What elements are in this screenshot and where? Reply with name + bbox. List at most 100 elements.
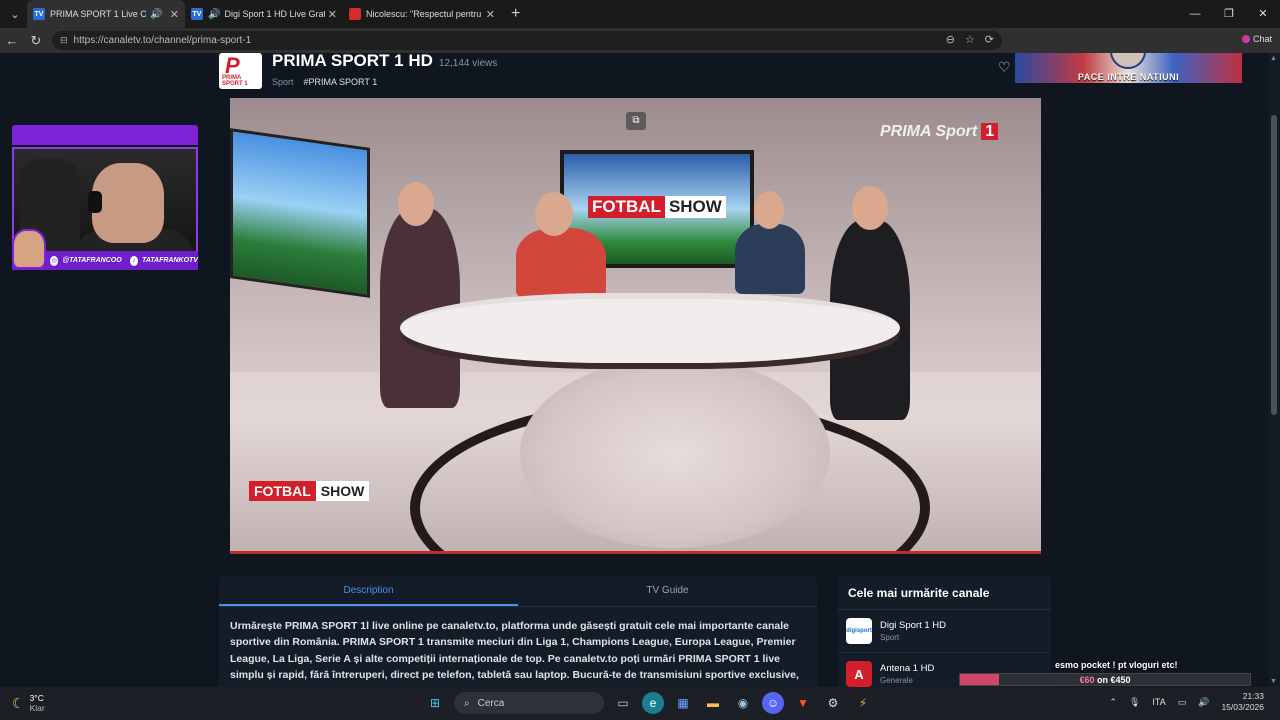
studio-desk-base <box>520 358 830 548</box>
channel-title: PRIMA SPORT 1 HD <box>272 53 433 70</box>
system-tray: ⌃ 🎙 ITA ▭ 🔊 21:33 15/03/2026 <box>1109 691 1264 713</box>
tab-favicon-icon: TV <box>191 8 203 20</box>
presenter-2-head <box>535 192 573 236</box>
channel-header: P PRIMA SPORT 1 PRIMA SPORT 1 HD 12,144 … <box>219 53 497 89</box>
back-icon[interactable]: ← <box>0 33 24 48</box>
clock[interactable]: 21:33 15/03/2026 <box>1221 691 1264 713</box>
video-progress-bar[interactable] <box>230 551 1041 554</box>
network-icon[interactable]: ▭ <box>1178 697 1187 708</box>
scroll-down-icon[interactable]: ▼ <box>1270 678 1277 685</box>
presenter-3-head <box>754 191 784 229</box>
show-brand: FOTBAL SHOW <box>588 196 726 218</box>
show-overlay-logo: FOTBAL SHOW <box>249 481 370 501</box>
instagram-icon: ◎ <box>50 255 59 266</box>
extensions-icon[interactable]: ⟳ <box>985 33 994 46</box>
corner-logo-text: PRIMA Sport <box>880 123 978 140</box>
search-icon: ⌕ <box>464 697 470 709</box>
web-page: P PRIMA SPORT 1 PRIMA SPORT 1 HD 12,144 … <box>0 53 1268 687</box>
ad-banner[interactable]: PACE INTRE NATIUNI <box>1015 53 1242 83</box>
chatgpt-icon[interactable]: ⚙ <box>822 692 844 714</box>
reader-icon[interactable]: ⊖ <box>946 33 955 46</box>
tab-title: Nicolescu: "Respectul pentru Dina <box>366 9 483 19</box>
speaker-icon[interactable]: 🔊 <box>208 9 220 20</box>
description-tabs: Description TV Guide <box>219 576 817 607</box>
scroll-up-icon[interactable]: ▲ <box>1270 55 1277 62</box>
site-info-icon[interactable]: ⊟ <box>60 35 68 46</box>
donation-target: on €450 <box>1097 675 1131 685</box>
bookmark-star-icon[interactable]: ☆ <box>965 33 975 46</box>
close-tab-icon[interactable]: ✕ <box>170 8 179 21</box>
tab-title: Digi Sport 1 HD Live Gratis - C <box>224 9 324 19</box>
page-scrollbar[interactable]: ▲ ▼ <box>1268 53 1280 687</box>
winamp-icon[interactable]: ⚡ <box>852 692 874 714</box>
studio-desk <box>400 293 900 363</box>
url-text: https://canaletv.to/channel/prima-sport-… <box>73 35 252 46</box>
temperature: 3°C <box>29 693 44 703</box>
scrollbar-thumb[interactable] <box>1271 115 1277 415</box>
tab-description[interactable]: Description <box>219 576 518 606</box>
corner-logo-number: 1 <box>981 123 999 140</box>
channel-name: Digi Sport 1 HD <box>880 620 946 631</box>
category-link[interactable]: Sport <box>272 77 294 87</box>
chat-button[interactable]: Chat <box>1241 34 1272 44</box>
donation-label: esmo pocket ! pt vloguri etc! <box>1055 660 1178 670</box>
tray-overflow-icon[interactable]: ⌃ <box>1109 697 1117 708</box>
tiktok-icon: ♪ <box>129 255 138 266</box>
webcam-frame-top <box>12 125 198 145</box>
video-player[interactable]: FOTBAL SHOW PRIMA Sport 1 ⧉ FOTBAL SHOW <box>230 98 1041 554</box>
tab-tv-guide[interactable]: TV Guide <box>518 576 817 606</box>
reload-icon[interactable]: ↻ <box>24 33 48 49</box>
close-tab-icon[interactable]: ✕ <box>486 8 495 21</box>
favorite-heart-icon[interactable]: ♡ <box>998 59 1011 76</box>
overlay-logo-a: FOTBAL <box>249 481 316 501</box>
microphone-icon[interactable]: 🎙 <box>1129 697 1140 708</box>
new-tab-icon[interactable]: + <box>511 5 520 23</box>
address-bar[interactable]: ⊟ https://canaletv.to/channel/prima-spor… <box>52 31 1002 50</box>
headphones-icon <box>88 191 102 213</box>
browser-tab-2[interactable]: TV 🔊 Digi Sport 1 HD Live Gratis - C ✕ <box>185 0 343 28</box>
moon-icon: ☾ <box>12 694 25 711</box>
video-progress-fill <box>230 551 1041 554</box>
file-explorer-icon[interactable]: ▬ <box>702 692 724 714</box>
steam-icon[interactable]: ◉ <box>732 692 754 714</box>
browser-tab-1[interactable]: TV PRIMA SPORT 1 Live Online g 🔊 ✕ <box>27 0 185 28</box>
speaker-icon[interactable]: 🔊 <box>150 9 162 20</box>
donation-bar: €60 on €450 <box>959 673 1251 686</box>
close-tab-icon[interactable]: ✕ <box>328 8 337 21</box>
brave-icon[interactable]: ▼ <box>792 692 814 714</box>
discord-icon[interactable]: ☺ <box>762 692 784 714</box>
picture-in-picture-icon[interactable]: ⧉ <box>626 112 646 130</box>
presenter-2 <box>516 228 606 298</box>
list-item[interactable]: digisport Digi Sport 1 HD Sport <box>838 610 1051 653</box>
taskbar-search[interactable]: ⌕ Cerca <box>454 692 604 714</box>
donation-goal: esmo pocket ! pt vloguri etc! €60 on €45… <box>959 660 1251 686</box>
studio-screen-left <box>230 128 370 298</box>
tab-list-button[interactable]: ⌄ <box>3 3 27 25</box>
edge-browser-icon[interactable]: e <box>642 692 664 714</box>
volume-icon[interactable]: 🔊 <box>1198 697 1209 708</box>
presenter-3 <box>735 224 805 294</box>
tab-title: PRIMA SPORT 1 Live Online g <box>50 9 147 19</box>
hashtag-link[interactable]: #PRIMA SPORT 1 <box>304 77 378 87</box>
browser-tab-3[interactable]: Nicolescu: "Respectul pentru Dina ✕ <box>343 0 501 28</box>
store-icon[interactable]: ▦ <box>672 692 694 714</box>
close-window-icon[interactable]: ✕ <box>1246 0 1280 28</box>
minimize-icon[interactable]: — <box>1178 0 1212 28</box>
donation-current: €60 <box>1079 675 1095 685</box>
instagram-handle: @TATAFRANCOO <box>62 257 122 264</box>
description-card: Description TV Guide Urmărește PRIMA SPO… <box>219 576 817 687</box>
youtube-icon <box>349 8 361 20</box>
chevron-down-icon: ⌄ <box>10 8 20 21</box>
channel-category: Generale <box>880 676 913 685</box>
overlay-logo-b: SHOW <box>315 481 370 501</box>
weather-condition: Klar <box>29 703 45 713</box>
task-view-icon[interactable]: ▭ <box>612 692 634 714</box>
weather-widget[interactable]: ☾ 3°C Klar <box>12 693 45 713</box>
presenter-1-head <box>398 182 434 226</box>
windows-start-icon[interactable]: ⊞ <box>424 692 446 714</box>
input-language[interactable]: ITA <box>1152 697 1165 707</box>
presenter-4-head <box>852 186 888 230</box>
restore-icon[interactable]: ❐ <box>1212 0 1246 28</box>
taskbar: ☾ 3°C Klar ⊞ ⌕ Cerca ▭ e ▦ ▬ ◉ ☺ ▼ ⚙ ⚡ ⌃… <box>0 687 1280 720</box>
clock-date: 15/03/2026 <box>1221 702 1264 712</box>
